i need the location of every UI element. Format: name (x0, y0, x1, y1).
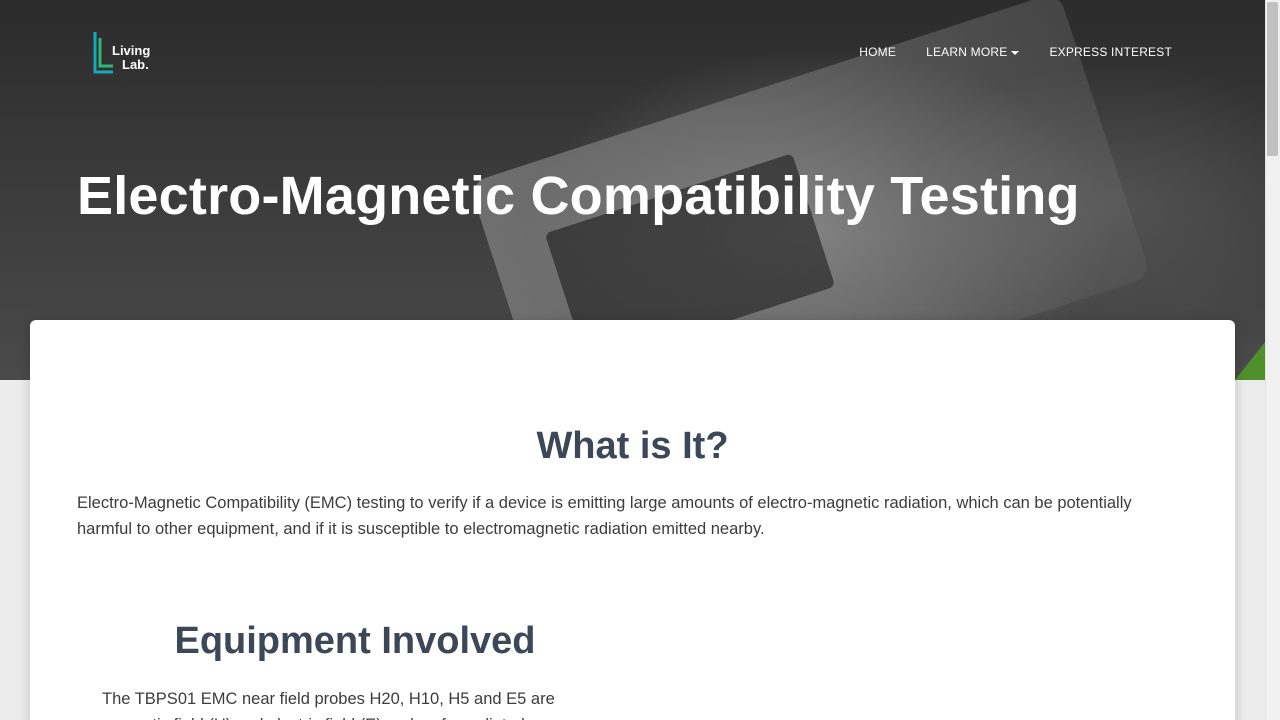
caret-down-icon (1011, 50, 1020, 55)
logo-line-2: Lab. (122, 57, 149, 72)
logo-text: Living Lab. (112, 44, 150, 72)
main-nav: HOME LEARN MORE EXPRESS INTEREST (859, 45, 1172, 59)
site-logo[interactable]: Living Lab. (93, 32, 157, 76)
equipment-heading: Equipment Involved (174, 620, 536, 662)
content-card: What is It? Electro-Magnetic Compatibili… (30, 320, 1235, 720)
logo-line-1: Living (112, 43, 151, 58)
navbar: Living Lab. HOME LEARN MORE EXPRESS INTE… (0, 0, 1265, 105)
scrollbar[interactable] (1265, 0, 1280, 720)
nav-item-label: LEARN MORE (926, 45, 1008, 59)
nav-item-label: EXPRESS INTEREST (1049, 45, 1172, 59)
what-is-it-heading: What is It? (536, 425, 729, 467)
equipment-text: The TBPS01 EMC near field probes H20, H1… (102, 690, 555, 720)
scrollbar-thumb[interactable] (1267, 2, 1278, 156)
nav-item-home[interactable]: HOME (859, 45, 896, 59)
page-title: Electro-Magnetic Compatibility Testing (77, 166, 1080, 226)
nav-item-express-interest[interactable]: EXPRESS INTEREST (1049, 45, 1172, 59)
what-is-it-text: Electro-Magnetic Compatibility (EMC) tes… (77, 494, 1132, 538)
nav-item-label: HOME (859, 45, 897, 59)
nav-item-learn-more[interactable]: LEARN MORE (926, 45, 1020, 59)
accent-corner (1235, 342, 1265, 380)
